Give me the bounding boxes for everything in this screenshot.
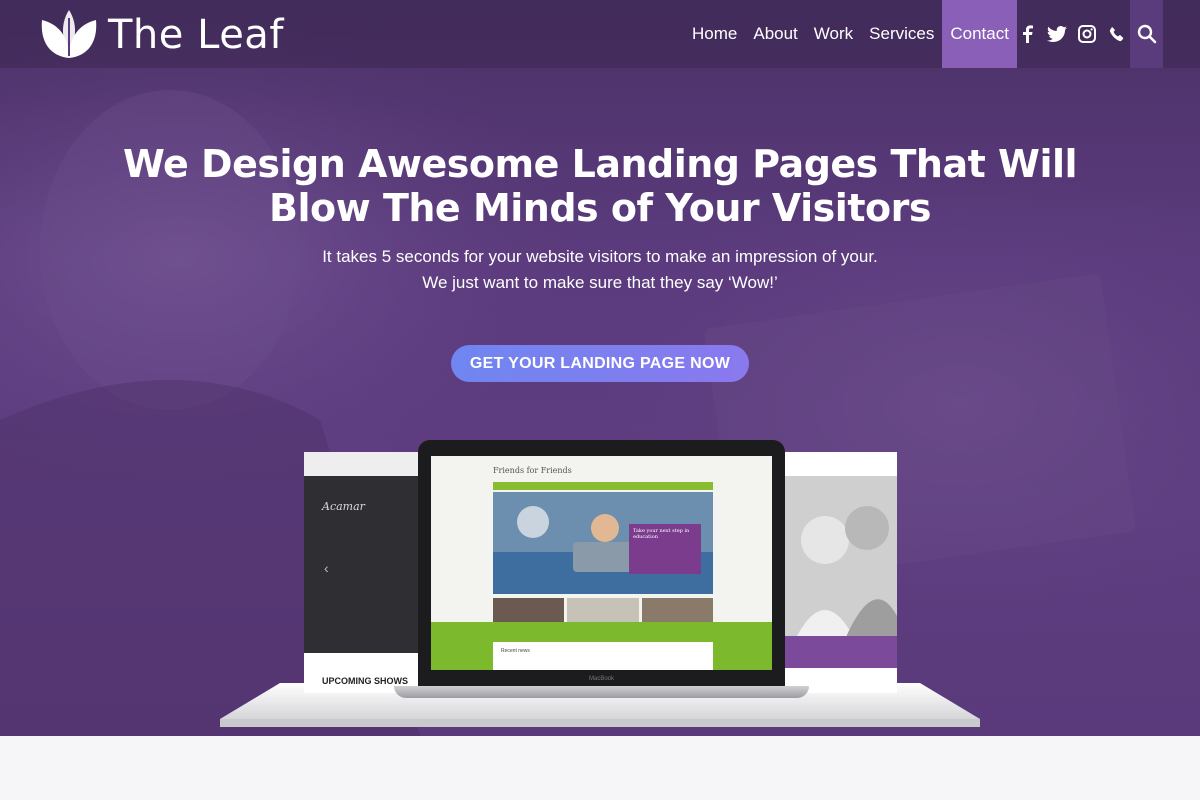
nav-contact[interactable]: Contact <box>942 0 1017 68</box>
hero-headline: We Design Awesome Landing Pages That Wil… <box>100 142 1100 230</box>
laptop-brand: MacBook <box>588 676 614 682</box>
left-card-script: Acamar <box>322 500 365 513</box>
leaf-icon <box>41 10 97 58</box>
left-site-preview: Acamar ‹ UPCOMING SHOWS <box>304 452 432 693</box>
screen-promo-box: Take your next step in education <box>629 524 701 574</box>
facebook-icon[interactable] <box>1012 0 1042 68</box>
subtitle-line-1: It takes 5 seconds for your website visi… <box>322 247 878 266</box>
subtitle-line-2: We just want to make sure that they say … <box>422 273 778 292</box>
search-button[interactable] <box>1130 0 1163 68</box>
left-card-footer: UPCOMING SHOWS <box>322 676 409 686</box>
social-links <box>1012 0 1132 68</box>
right-site-preview <box>783 452 897 693</box>
screen-site-title: Friends for Friends <box>493 466 572 475</box>
chevron-left-icon: ‹ <box>324 560 329 576</box>
main-nav: Home About Work Services Contact <box>684 0 1017 68</box>
laptop-screen: Friends for Friends Take your next step … <box>431 456 772 670</box>
brand-name: The Leaf <box>108 12 284 58</box>
screen-news-label: Recent news <box>501 648 530 654</box>
twitter-icon[interactable] <box>1042 0 1072 68</box>
brand-logo[interactable]: The Leaf <box>36 6 284 64</box>
instagram-icon[interactable] <box>1072 0 1102 68</box>
nav-work[interactable]: Work <box>806 0 861 68</box>
nav-about[interactable]: About <box>745 0 805 68</box>
content-strip <box>0 736 1200 800</box>
nav-services[interactable]: Services <box>861 0 942 68</box>
get-landing-page-button[interactable]: GET YOUR LANDING PAGE NOW <box>451 345 749 382</box>
headline-line-2: Blow The Minds of Your Visitors <box>269 186 931 230</box>
hero-subtitle: It takes 5 seconds for your website visi… <box>200 244 1000 296</box>
couple-photo <box>783 476 897 644</box>
search-icon <box>1137 24 1156 44</box>
laptop-mockup: Friends for Friends Take your next step … <box>394 440 809 698</box>
headline-line-1: We Design Awesome Landing Pages That Wil… <box>122 142 1078 186</box>
nav-home[interactable]: Home <box>684 0 745 68</box>
top-navbar: The Leaf Home About Work Services Contac… <box>0 0 1200 68</box>
phone-icon[interactable] <box>1102 0 1132 68</box>
